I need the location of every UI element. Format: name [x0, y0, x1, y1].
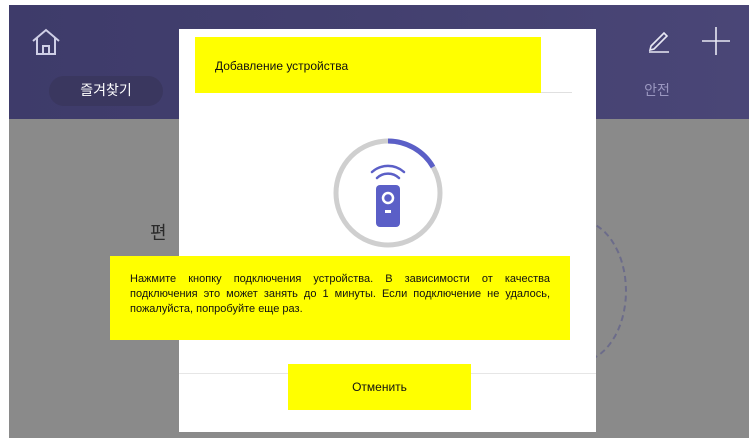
- remote-device-icon: [370, 164, 406, 227]
- pencil-icon: [648, 31, 669, 53]
- tab-favorites[interactable]: 즐겨찾기: [49, 76, 163, 106]
- add-button[interactable]: [700, 25, 732, 57]
- app-screen: 즐겨찾기 안전 편 Добавление устройства Нажмите …: [9, 5, 749, 438]
- edit-button[interactable]: [646, 27, 672, 53]
- title-divider: [541, 92, 572, 93]
- cancel-button[interactable]: Отменить: [288, 364, 471, 410]
- home-button[interactable]: [29, 27, 63, 57]
- plus-icon: [702, 27, 730, 55]
- instruction-message: Нажмите кнопку подключения устройства. В…: [110, 256, 570, 340]
- background-label: 편: [150, 223, 167, 244]
- dialog-title: Добавление устройства: [195, 37, 541, 93]
- connection-spinner: [333, 138, 443, 248]
- tab-safety[interactable]: 안전: [637, 76, 677, 106]
- home-icon: [32, 28, 60, 55]
